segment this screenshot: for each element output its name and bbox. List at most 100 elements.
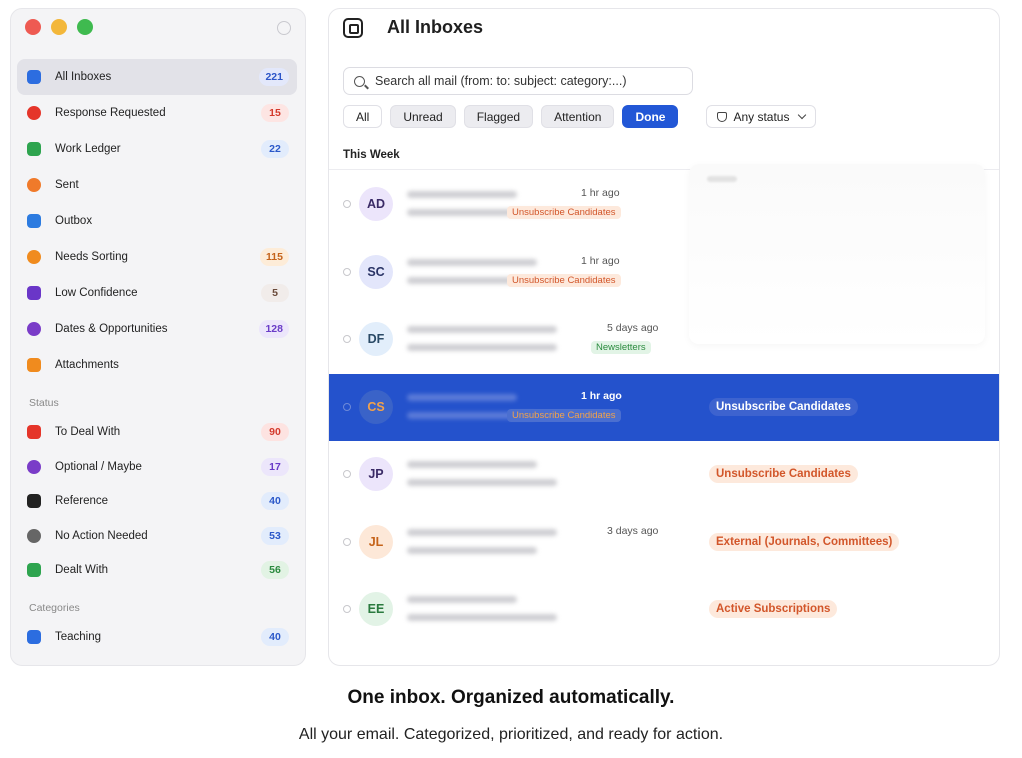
chevron-down-icon: [798, 110, 807, 120]
select-radio[interactable]: [343, 537, 351, 546]
category-tag: Unsubscribe Candidates: [507, 408, 621, 422]
sidebar-item-optional-maybe[interactable]: Optional / Maybe 17: [17, 450, 297, 485]
count-badge: 15: [261, 104, 289, 122]
count-badge: 53: [261, 526, 289, 545]
sidebar-item-to-deal-with[interactable]: To Deal With 90: [17, 415, 297, 450]
sender-blurred: [407, 191, 517, 198]
app-window: All Inboxes 221 Response Requested 15 Work L…: [0, 0, 1022, 758]
select-radio[interactable]: [343, 470, 351, 478]
count-badge: 40: [261, 627, 289, 646]
subject-blurred: [407, 546, 537, 554]
outbox-icon: [27, 214, 41, 228]
section-header: This Week: [343, 149, 400, 161]
select-radio[interactable]: [343, 605, 351, 613]
message-row[interactable]: DF 5 days ago Newsletters: [329, 306, 999, 374]
window-controls: [25, 19, 93, 35]
question-icon: [27, 459, 41, 474]
select-radio[interactable]: [343, 402, 351, 411]
subject-blurred: [407, 614, 557, 621]
select-radio[interactable]: [343, 335, 351, 343]
avatar: JL: [359, 524, 393, 559]
message-row[interactable]: JP Unsubscribe Candidates: [329, 441, 999, 509]
avatar: EE: [359, 592, 393, 626]
sidebar-item-needs-sorting[interactable]: Needs Sorting 115: [17, 239, 297, 275]
filter-unread[interactable]: Unread: [390, 105, 456, 128]
sidebar-item-sent[interactable]: Sent: [17, 167, 297, 203]
minimize-window-button[interactable]: [51, 19, 67, 35]
category-label[interactable]: External (Journals, Committees): [709, 532, 900, 551]
alert-icon: [27, 106, 41, 120]
subject-blurred: [407, 344, 557, 351]
teaching-icon: [27, 629, 41, 644]
count-badge: 115: [260, 248, 289, 266]
filter-bar: All Unread Flagged Attention Done Any st…: [343, 105, 817, 128]
sidebar-item-outbox[interactable]: Outbox: [17, 203, 297, 239]
done-icon: [27, 563, 41, 578]
zoom-window-button[interactable]: [77, 19, 93, 35]
filter-attention[interactable]: Attention: [541, 105, 615, 128]
sidebar-item-no-action-needed[interactable]: No Action Needed 53: [17, 519, 297, 554]
marketing-headline: One inbox. Organized automatically.: [347, 687, 675, 708]
sidebar: All Inboxes 221 Response Requested 15 Work L…: [10, 8, 306, 666]
avatar: AD: [359, 187, 393, 221]
filter-all[interactable]: All: [343, 105, 383, 128]
sidebar-item-all-inboxes[interactable]: All Inboxes 221: [17, 59, 297, 95]
sender-blurred: [407, 393, 517, 401]
category-label[interactable]: Unsubscribe Candidates: [709, 465, 858, 483]
select-radio[interactable]: [343, 200, 351, 208]
sidebar-item-label: Outbox: [55, 215, 93, 227]
category-label[interactable]: Active Subscriptions: [709, 600, 838, 618]
message-list: AD 1 hr ago Unsubscribe Candidates SC 1 hr a…: [329, 171, 999, 644]
sidebar-item-response-requested[interactable]: Response Requested 15: [17, 95, 297, 131]
page-title: All Inboxes: [387, 17, 484, 37]
sidebar-toggle-icon[interactable]: [277, 21, 291, 35]
sidebar-item-dates-opportunities[interactable]: Dates & Opportunities 128: [17, 311, 297, 347]
inbox-icon: [27, 70, 41, 84]
sidebar-item-reference[interactable]: Reference 40: [17, 484, 297, 519]
book-icon: [27, 494, 41, 509]
message-row[interactable]: JL 3 days ago External (Journals, Committe…: [329, 509, 999, 577]
select-radio[interactable]: [343, 267, 351, 276]
filter-flagged[interactable]: Flagged: [463, 105, 534, 128]
fire-icon: [27, 425, 41, 440]
count-badge: 22: [261, 140, 289, 158]
count-badge: 221: [259, 68, 289, 86]
marketing-subhead: All your email. Categorized, prioritized…: [298, 726, 724, 743]
message-row[interactable]: CS 1 hr ago Unsubscribe Candidates Unsubscr…: [329, 373, 999, 441]
message-row[interactable]: EE Active Subscriptions: [329, 576, 999, 644]
sender-blurred: [407, 596, 517, 603]
sidebar-item-teaching[interactable]: Teaching 40: [17, 620, 297, 655]
count-badge: 56: [261, 561, 289, 580]
close-window-button[interactable]: [25, 19, 41, 35]
paper-plane-icon: [27, 178, 41, 192]
timestamp: 1 hr ago: [581, 254, 620, 267]
count-badge: 5: [261, 284, 289, 302]
sender-blurred: [407, 528, 557, 536]
status-dropdown[interactable]: Any status: [706, 105, 817, 128]
categories-section-title: Categories: [29, 601, 80, 614]
message-row[interactable]: SC 1 hr ago Unsubscribe Candidates: [329, 239, 999, 307]
status-icon: [717, 111, 728, 122]
ledger-icon: [27, 142, 41, 156]
sidebar-item-attachments[interactable]: Attachments: [17, 347, 297, 383]
category-tag: Unsubscribe Candidates: [507, 206, 621, 219]
avatar: CS: [359, 389, 393, 424]
filter-done[interactable]: Done: [622, 105, 679, 128]
sidebar-item-low-confidence[interactable]: Low Confidence 5: [17, 275, 297, 311]
status-section-title: Status: [29, 397, 59, 409]
timestamp: 3 days ago: [607, 524, 659, 537]
category-tag: Unsubscribe Candidates: [507, 273, 621, 287]
count-badge: 128: [259, 320, 289, 338]
sidebar-item-dealt-with[interactable]: Dealt With 56: [17, 553, 297, 588]
message-row[interactable]: AD 1 hr ago Unsubscribe Candidates: [329, 171, 999, 239]
category-label[interactable]: Unsubscribe Candidates: [709, 397, 858, 416]
pane-header: All Inboxes: [343, 17, 483, 38]
timestamp: 1 hr ago: [581, 389, 622, 402]
search-field[interactable]: Search all mail (from: to: subject: cate…: [343, 67, 693, 95]
mailbox-nav: All Inboxes 221 Response Requested 15 Work L…: [17, 59, 297, 654]
status-dropdown-value: Any status: [733, 109, 790, 124]
sender-blurred: [407, 326, 557, 333]
avatar: SC: [359, 254, 393, 289]
sidebar-item-work-ledger[interactable]: Work Ledger 22: [17, 131, 297, 167]
avatar: JP: [359, 457, 393, 491]
